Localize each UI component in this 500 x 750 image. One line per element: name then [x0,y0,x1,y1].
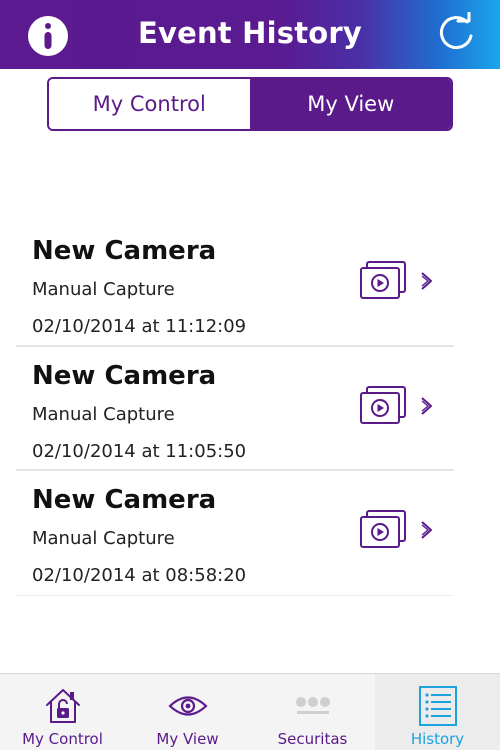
list-icon [418,686,457,726]
video-clip-icon[interactable] [359,385,407,425]
tab-my-control[interactable]: My Control [0,674,125,750]
event-datetime: 02/10/2014 at 08:58:20 [32,565,247,586]
event-title: New Camera [32,485,217,515]
video-clip-icon[interactable] [359,509,407,549]
refresh-button[interactable] [434,10,478,56]
tab-label: History [410,730,465,748]
video-clip-icon[interactable] [359,260,407,300]
event-datetime: 02/10/2014 at 11:12:09 [32,316,247,337]
list-item[interactable]: New Camera Manual Capture 02/10/2014 at … [16,471,454,596]
event-list: New Camera Manual Capture 02/10/2014 at … [16,222,454,596]
chevron-right-icon [421,396,432,415]
list-item[interactable]: New Camera Manual Capture 02/10/2014 at … [16,347,454,471]
tab-my-view[interactable]: My View [125,674,250,750]
tab-label: Securitas [277,730,348,748]
securitas-logo-icon [295,697,330,714]
house-lock-icon [45,689,80,723]
segment-my-view[interactable]: My View [250,79,451,129]
event-datetime: 02/10/2014 at 11:05:50 [32,440,247,462]
event-title: New Camera [32,236,217,266]
chevron-right-icon [421,521,432,539]
event-type: Manual Capture [32,279,175,300]
segment-my-control[interactable]: My Control [49,79,251,129]
list-item[interactable]: New Camera Manual Capture 02/10/2014 at … [16,222,454,347]
view-segmented-control: My Control My View [47,77,453,131]
bottom-tab-bar: My Control My View Securitas History [0,673,500,750]
tab-history[interactable]: History [375,674,500,750]
tab-label: My View [156,730,219,748]
header-bar: Event History [0,0,500,69]
tab-label: My Control [22,730,103,748]
event-type: Manual Capture [32,403,175,425]
chevron-right-icon [421,272,432,290]
event-title: New Camera [32,360,217,391]
tab-securitas[interactable]: Securitas [250,674,375,750]
page-title: Event History [137,16,363,50]
event-type: Manual Capture [32,528,175,549]
eye-icon [167,696,208,716]
refresh-icon [439,10,473,50]
